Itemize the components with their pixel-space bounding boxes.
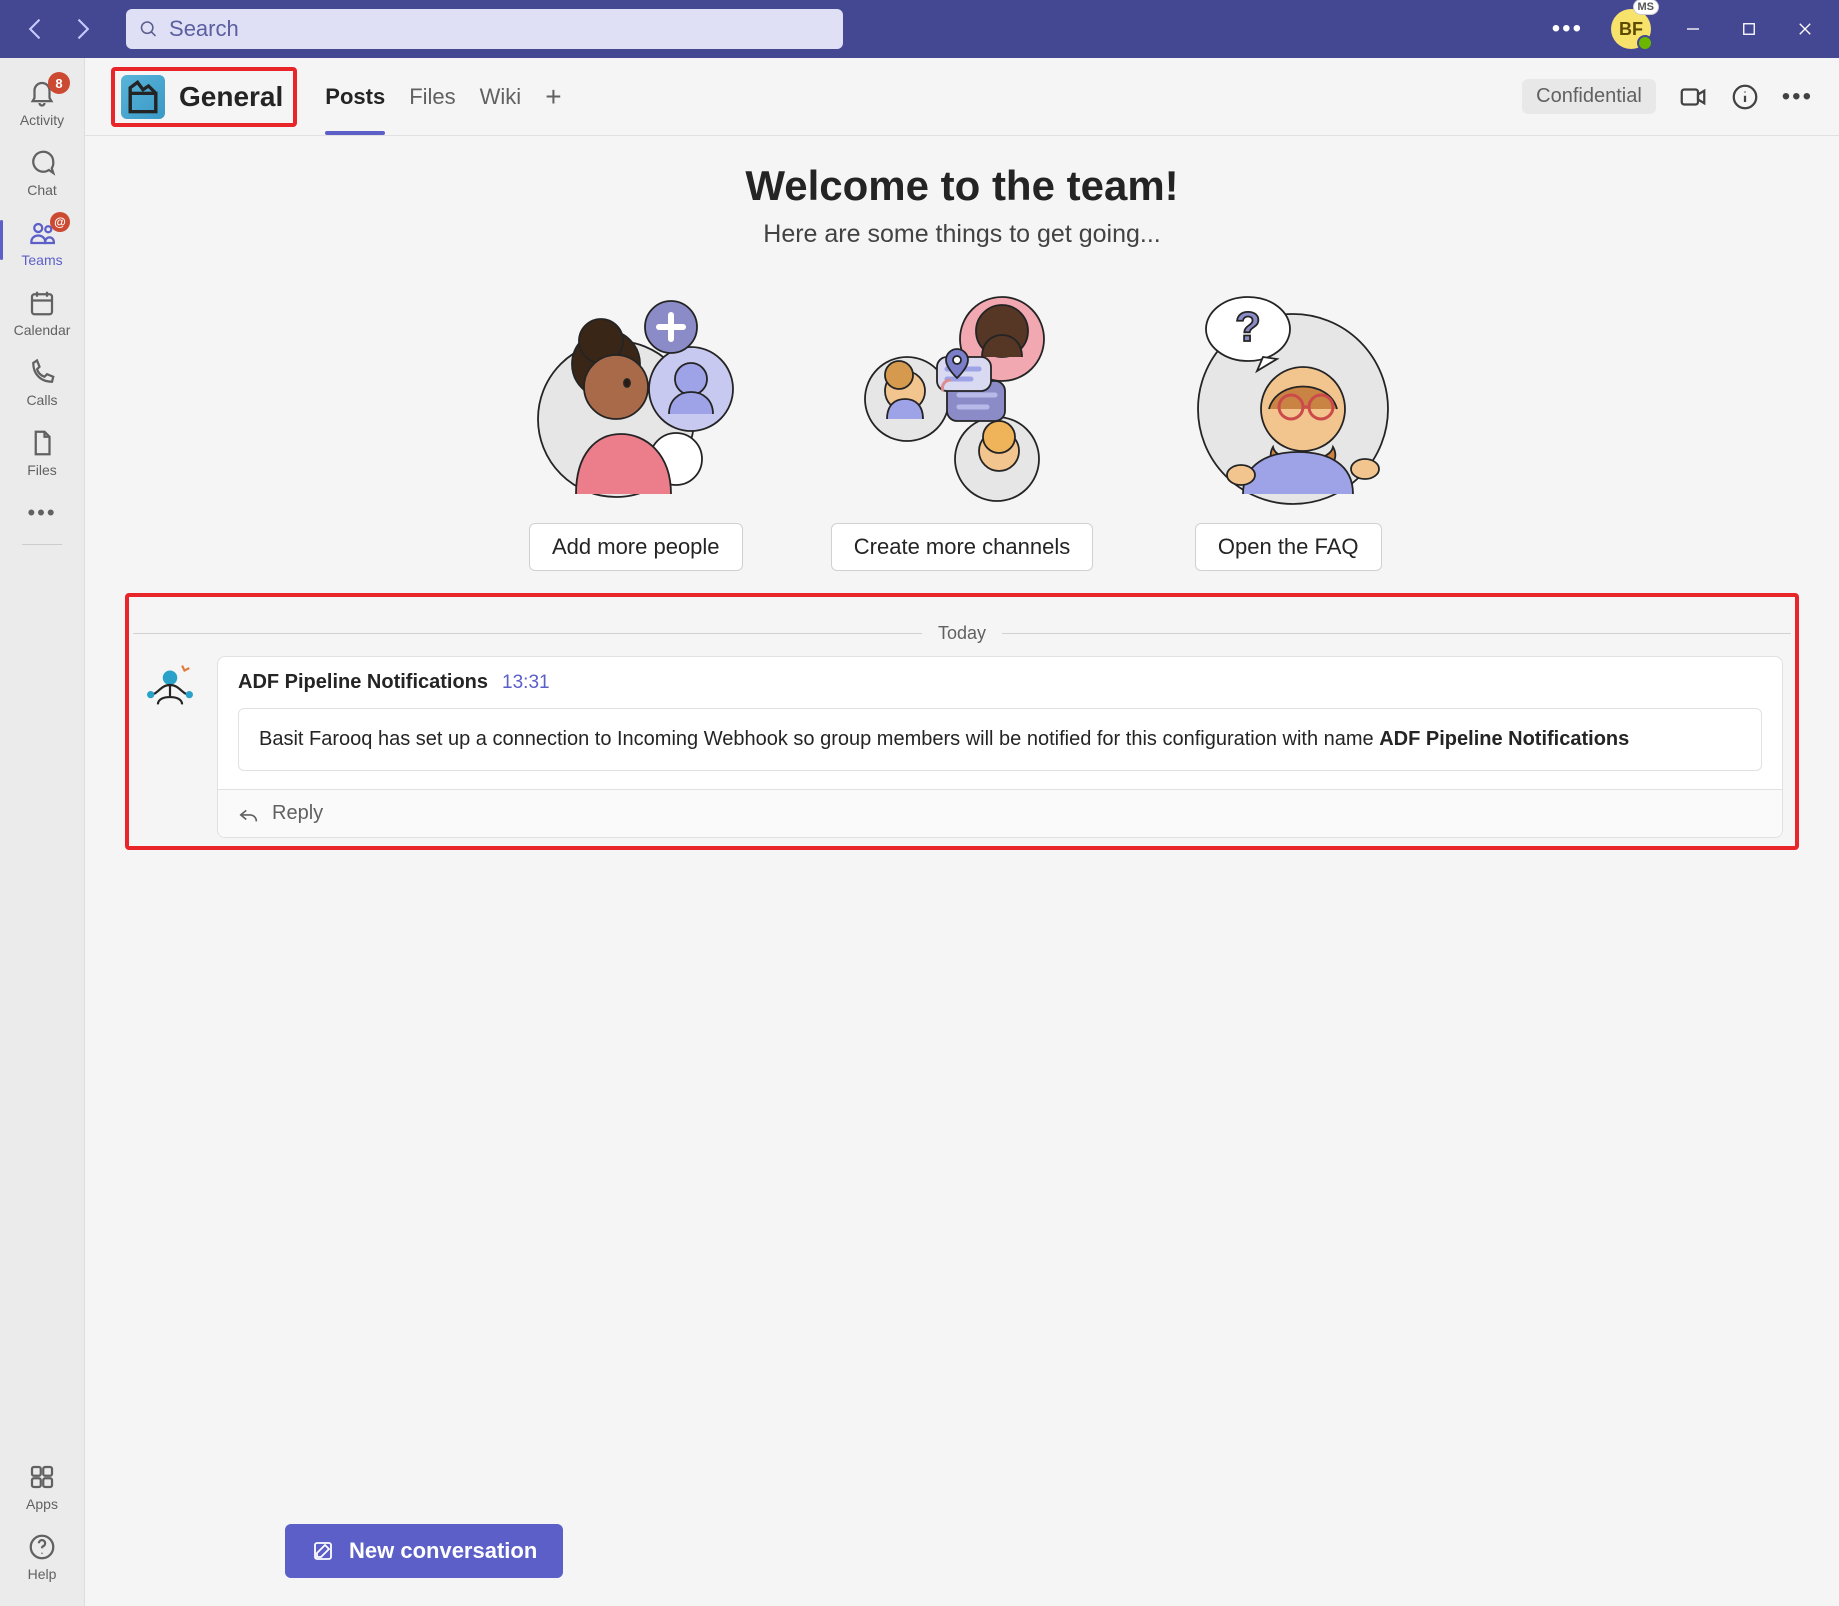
- rail-label: Chat: [27, 182, 57, 198]
- phone-icon: [27, 358, 57, 388]
- rail-teams[interactable]: Teams @: [0, 208, 84, 278]
- reply-button[interactable]: Reply: [218, 789, 1782, 837]
- rail-apps[interactable]: Apps: [0, 1452, 84, 1522]
- rail-label: Apps: [26, 1496, 58, 1512]
- day-divider: Today: [133, 623, 1791, 644]
- activity-badge: 8: [48, 72, 70, 94]
- info-button[interactable]: [1730, 82, 1760, 112]
- minimize-button[interactable]: [1679, 15, 1707, 43]
- channel-name[interactable]: General: [179, 81, 283, 113]
- day-label: Today: [938, 623, 986, 644]
- channel-more-icon[interactable]: •••: [1782, 83, 1813, 111]
- reply-label: Reply: [272, 802, 323, 825]
- rail-calendar[interactable]: Calendar: [0, 278, 84, 348]
- main-panel: General Posts Files Wiki + Confidential …: [85, 58, 1839, 1606]
- calendar-icon: [27, 288, 57, 318]
- tab-posts[interactable]: Posts: [325, 84, 385, 130]
- add-people-illustration: [521, 279, 751, 509]
- compose-icon: [311, 1539, 335, 1563]
- connector-avatar-icon: [141, 656, 199, 714]
- search-input[interactable]: [169, 16, 831, 42]
- channel-header: General Posts Files Wiki + Confidential …: [85, 58, 1839, 136]
- team-avatar-icon: [121, 75, 165, 119]
- tile-add-people: Add more people: [521, 279, 751, 571]
- close-button[interactable]: [1791, 15, 1819, 43]
- channel-tabs: Posts Files Wiki +: [325, 64, 561, 130]
- open-faq-button[interactable]: Open the FAQ: [1195, 523, 1382, 571]
- message-bold: ADF Pipeline Notifications: [1379, 728, 1629, 750]
- back-button[interactable]: [22, 15, 50, 43]
- app-rail: Activity 8 Chat Teams @ Calendar: [0, 58, 85, 1606]
- meet-button[interactable]: [1678, 82, 1708, 112]
- rail-more-apps[interactable]: •••: [0, 488, 84, 538]
- rail-label: Activity: [20, 112, 64, 128]
- search-icon: [138, 18, 159, 40]
- presence-available-icon: [1637, 35, 1653, 51]
- apps-icon: [27, 1462, 57, 1492]
- message-time: 13:31: [502, 672, 550, 694]
- chat-icon: [27, 148, 57, 178]
- svg-text:?: ?: [1235, 303, 1261, 350]
- rail-divider: [22, 544, 62, 545]
- tile-open-faq: ? Open the FAQ: [1173, 279, 1403, 571]
- rail-activity[interactable]: Activity 8: [0, 68, 84, 138]
- settings-more-icon[interactable]: •••: [1552, 15, 1583, 43]
- maximize-button[interactable]: [1735, 15, 1763, 43]
- welcome-tiles: Add more people: [125, 279, 1799, 571]
- reply-icon: [238, 803, 260, 825]
- mention-badge: @: [50, 212, 70, 232]
- rail-calls[interactable]: Calls: [0, 348, 84, 418]
- rail-help[interactable]: Help: [0, 1522, 84, 1592]
- welcome-banner: Welcome to the team! Here are some thing…: [125, 162, 1799, 249]
- message-author: ADF Pipeline Notifications: [238, 671, 488, 694]
- file-icon: [27, 428, 57, 458]
- tile-create-channels: Create more channels: [831, 279, 1093, 571]
- rail-label: Calendar: [14, 322, 71, 338]
- rail-label: Calls: [26, 392, 57, 408]
- rail-label: Files: [27, 462, 57, 478]
- rail-files[interactable]: Files: [0, 418, 84, 488]
- message-highlight: Today ADF: [125, 593, 1799, 850]
- message-row: ADF Pipeline Notifications 13:31 Basit F…: [133, 656, 1791, 838]
- create-channels-button[interactable]: Create more channels: [831, 523, 1093, 571]
- faq-illustration: ?: [1173, 279, 1403, 509]
- compose-area: New conversation: [285, 1524, 563, 1578]
- add-tab-button[interactable]: +: [545, 81, 561, 113]
- tab-wiki[interactable]: Wiki: [480, 84, 522, 130]
- avatar-org-badge: MS: [1633, 0, 1660, 15]
- rail-label: Help: [28, 1566, 57, 1582]
- create-channels-illustration: [847, 279, 1077, 509]
- new-conversation-label: New conversation: [349, 1538, 537, 1564]
- help-icon: [27, 1532, 57, 1562]
- profile-avatar[interactable]: BF MS: [1611, 9, 1651, 49]
- welcome-title: Welcome to the team!: [125, 162, 1799, 210]
- welcome-subtitle: Here are some things to get going...: [125, 220, 1799, 249]
- add-people-button[interactable]: Add more people: [529, 523, 743, 571]
- titlebar: ••• BF MS: [0, 0, 1839, 58]
- channel-content[interactable]: Welcome to the team! Here are some thing…: [85, 136, 1839, 1606]
- titlebar-actions: ••• BF MS: [1552, 9, 1829, 49]
- tab-files[interactable]: Files: [409, 84, 455, 130]
- history-nav: [10, 15, 108, 43]
- message-body: Basit Farooq has set up a connection to …: [238, 708, 1762, 771]
- sensitivity-label[interactable]: Confidential: [1522, 79, 1656, 114]
- rail-chat[interactable]: Chat: [0, 138, 84, 208]
- new-conversation-button[interactable]: New conversation: [285, 1524, 563, 1578]
- rail-label: Teams: [21, 252, 62, 268]
- search-box[interactable]: [126, 9, 843, 49]
- message-card[interactable]: ADF Pipeline Notifications 13:31 Basit F…: [217, 656, 1783, 838]
- channel-actions: Confidential •••: [1522, 79, 1813, 114]
- forward-button[interactable]: [68, 15, 96, 43]
- channel-title-highlight: General: [111, 67, 297, 127]
- message-text: Basit Farooq has set up a connection to …: [259, 728, 1379, 750]
